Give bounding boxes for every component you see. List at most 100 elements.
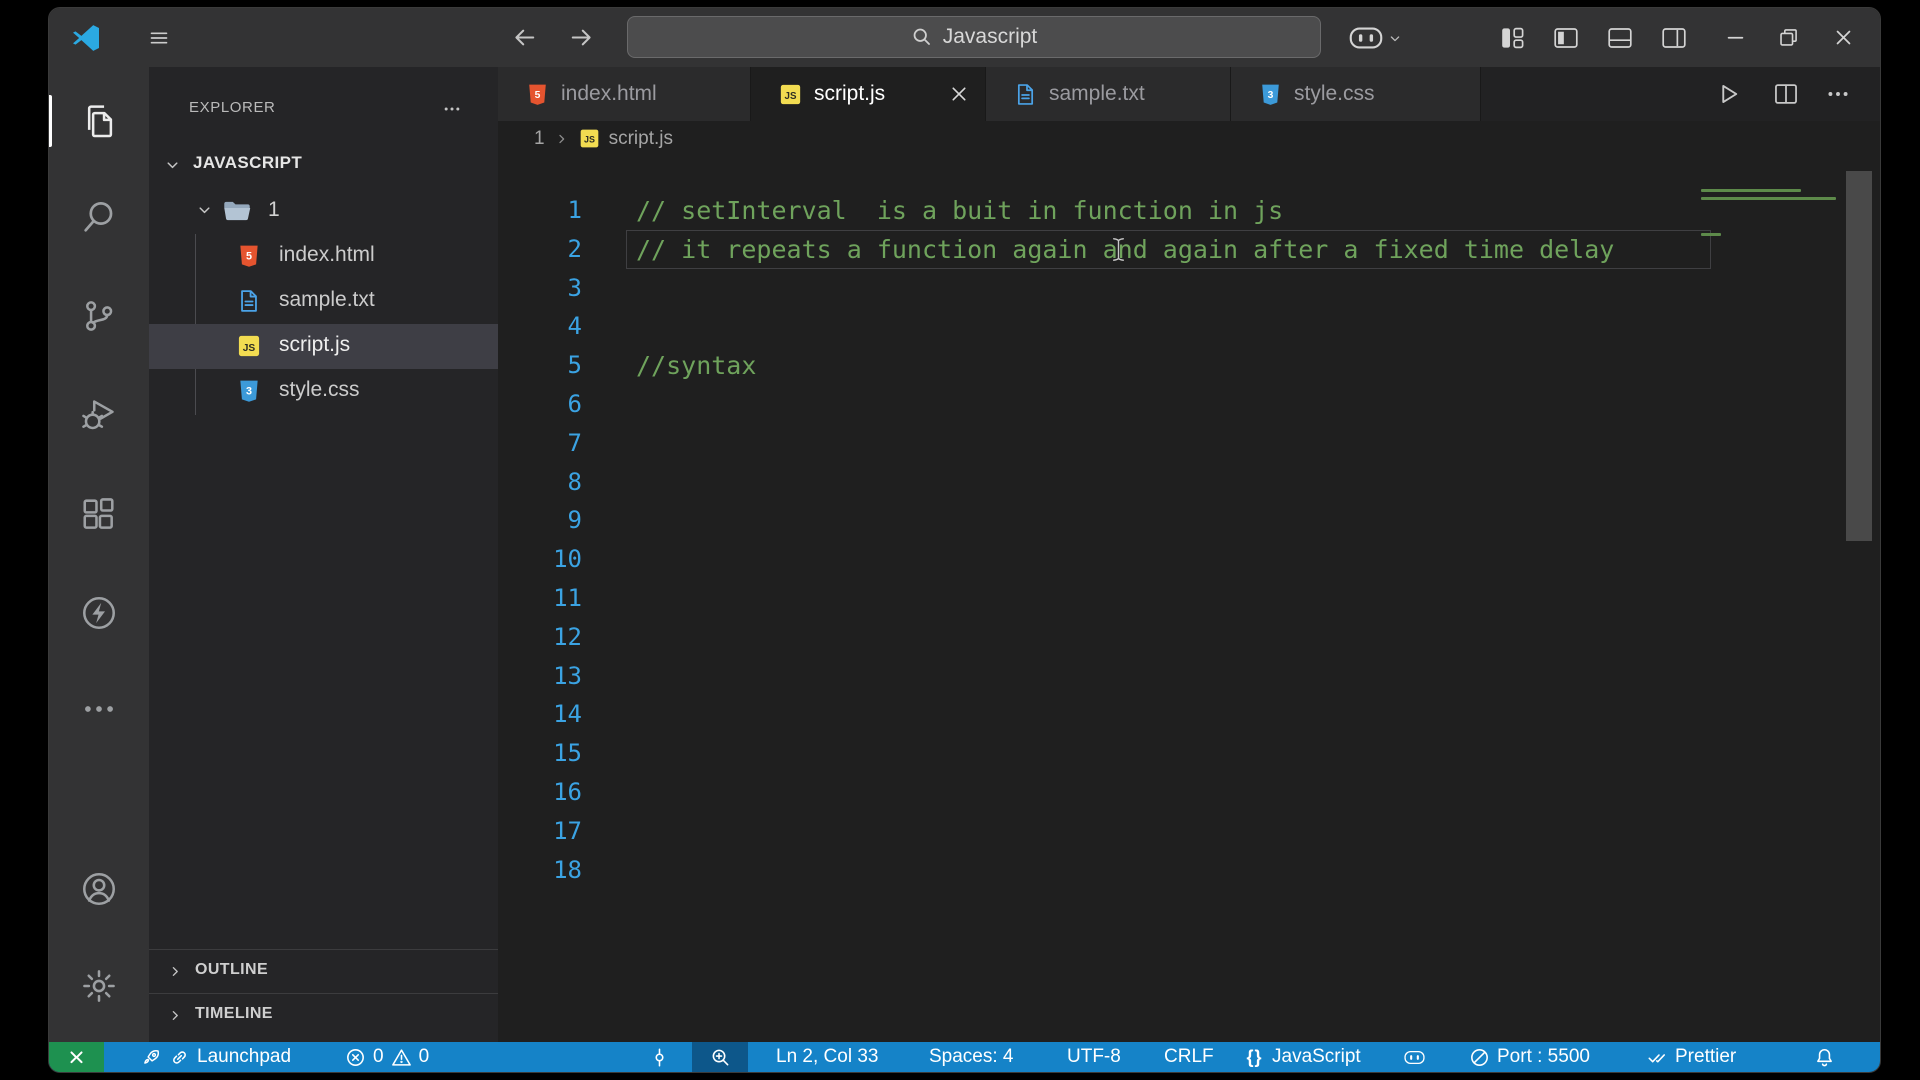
command-center-search[interactable]: Javascript [627,16,1321,58]
line-number[interactable]: 3 [498,269,582,308]
customize-layout-icon[interactable] [1501,27,1525,49]
code-line-4[interactable]: 4 [498,307,1880,346]
activity-search[interactable] [75,193,123,241]
code-editor[interactable]: 1 // setInterval is a buit in function in… [498,156,1880,1042]
minimize-icon[interactable] [1724,26,1747,49]
file-item-sample.txt[interactable]: sample.txt [149,279,498,324]
forward-icon[interactable] [569,25,594,50]
code-line-8[interactable]: 8 [498,463,1880,502]
run-icon[interactable] [1715,81,1741,107]
code-line-13[interactable]: 13 [498,657,1880,696]
code-line-10[interactable]: 10 [498,540,1880,579]
code-line-14[interactable]: 14 [498,695,1880,734]
back-icon[interactable] [512,25,537,50]
line-number[interactable]: 18 [498,851,582,890]
breadcrumb[interactable]: 1 JS script.js [498,121,1880,156]
menu-icon[interactable] [145,28,173,48]
line-number[interactable]: 15 [498,734,582,773]
chevron-down-icon[interactable] [1387,31,1403,47]
line-number[interactable]: 12 [498,618,582,657]
split-editor-icon[interactable] [1773,81,1799,107]
line-number[interactable]: 13 [498,657,582,696]
line-number[interactable]: 14 [498,695,582,734]
breadcrumb-file[interactable]: script.js [609,128,673,150]
code-line-18[interactable]: 18 [498,851,1880,890]
code-line-2[interactable]: 2// it repeats a function again and agai… [498,229,1880,269]
line-number[interactable]: 16 [498,773,582,812]
status-port[interactable]: Port : 5500 [1469,1042,1590,1072]
file-item-script.js[interactable]: JS script.js [149,324,498,369]
source-control-icon [80,297,118,335]
file-item-index.html[interactable]: 5 index.html [149,234,498,279]
tab-sample.txt[interactable]: sample.txt [986,67,1231,121]
file-item-style.css[interactable]: 3 style.css [149,369,498,414]
tab-index.html[interactable]: 5 index.html [498,67,751,121]
folder-item[interactable]: 1 [149,189,498,234]
timeline-section[interactable]: TIMELINE [149,993,498,1037]
status-indentation[interactable]: Spaces: 4 [929,1042,1014,1072]
tab-script.js[interactable]: JS script.js [751,67,986,121]
code-line-12[interactable]: 12 [498,618,1880,657]
code-line-1[interactable]: 1 // setInterval is a buit in function in… [498,191,1880,230]
workspace-root[interactable]: JAVASCRIPT [149,145,498,187]
code-line-5[interactable]: 5 //syntax [498,346,1880,385]
status-copilot[interactable] [1404,1042,1425,1072]
code-line-9[interactable]: 9 [498,501,1880,540]
activity-extensions[interactable] [75,490,123,538]
activity-account[interactable] [75,865,123,913]
toggle-sidebar-icon[interactable] [1554,27,1578,49]
line-number[interactable]: 10 [498,540,582,579]
copilot-icon[interactable] [1349,26,1383,50]
status-cursor-position[interactable]: Ln 2, Col 33 [776,1042,878,1072]
more-actions-icon[interactable] [1825,81,1851,107]
tab-style.css[interactable]: 3 style.css [1231,67,1481,121]
status-prettier[interactable]: Prettier [1647,1042,1736,1072]
toggle-secondary-sidebar-icon[interactable] [1662,27,1686,49]
line-number[interactable]: 1 [498,191,582,230]
line-number[interactable]: 11 [498,579,582,618]
line-number[interactable]: 4 [498,307,582,346]
line-number[interactable]: 5 [498,346,582,385]
remote-icon [66,1047,87,1068]
activity-more[interactable] [75,685,123,733]
code-line-17[interactable]: 17 [498,812,1880,851]
status-language[interactable]: {} JavaScript [1244,1042,1360,1072]
code-line-6[interactable]: 6 [498,385,1880,424]
code-line-15[interactable]: 15 [498,734,1880,773]
status-remote[interactable] [49,1042,104,1072]
html-file-icon: 5 [526,83,549,106]
activity-run-debug[interactable] [75,391,123,439]
status-launchpad[interactable]: Launchpad [141,1042,291,1072]
more-actions-icon[interactable] [439,99,465,119]
activity-source-control[interactable] [75,292,123,340]
svg-text:3: 3 [1268,89,1274,100]
blocked-icon [1469,1047,1490,1068]
status-zoom[interactable] [692,1042,748,1072]
line-number[interactable]: 9 [498,501,582,540]
activity-thunder-client[interactable] [75,589,123,637]
breadcrumb-folder[interactable]: 1 [534,128,545,150]
line-number[interactable]: 17 [498,812,582,851]
code-line-16[interactable]: 16 [498,773,1880,812]
status-encoding[interactable]: UTF-8 [1067,1042,1121,1072]
code-line-3[interactable]: 3 [498,269,1880,308]
code-line-11[interactable]: 11 [498,579,1880,618]
line-number[interactable]: 2 [498,230,582,269]
status-problems[interactable]: 00 [345,1042,429,1072]
activity-settings[interactable] [75,962,123,1010]
outline-section[interactable]: OUTLINE [149,949,498,993]
status-screencast[interactable] [649,1042,670,1072]
line-number[interactable]: 6 [498,385,582,424]
restore-icon[interactable] [1777,26,1800,49]
close-icon[interactable] [1832,26,1855,49]
code-line-7[interactable]: 7 [498,424,1880,463]
status-notifications[interactable] [1814,1042,1835,1072]
line-number[interactable]: 8 [498,463,582,502]
toggle-panel-icon[interactable] [1608,27,1632,49]
vertical-scrollbar[interactable] [1846,171,1872,541]
line-number[interactable]: 7 [498,424,582,463]
activity-explorer[interactable] [75,97,123,145]
status-bar: Launchpad 0 0 Ln 2, Col 33 Spaces: 4 UTF-8 CRL… [49,1042,1880,1072]
status-eol[interactable]: CRLF [1164,1042,1214,1072]
tab-close-icon[interactable] [948,83,970,105]
